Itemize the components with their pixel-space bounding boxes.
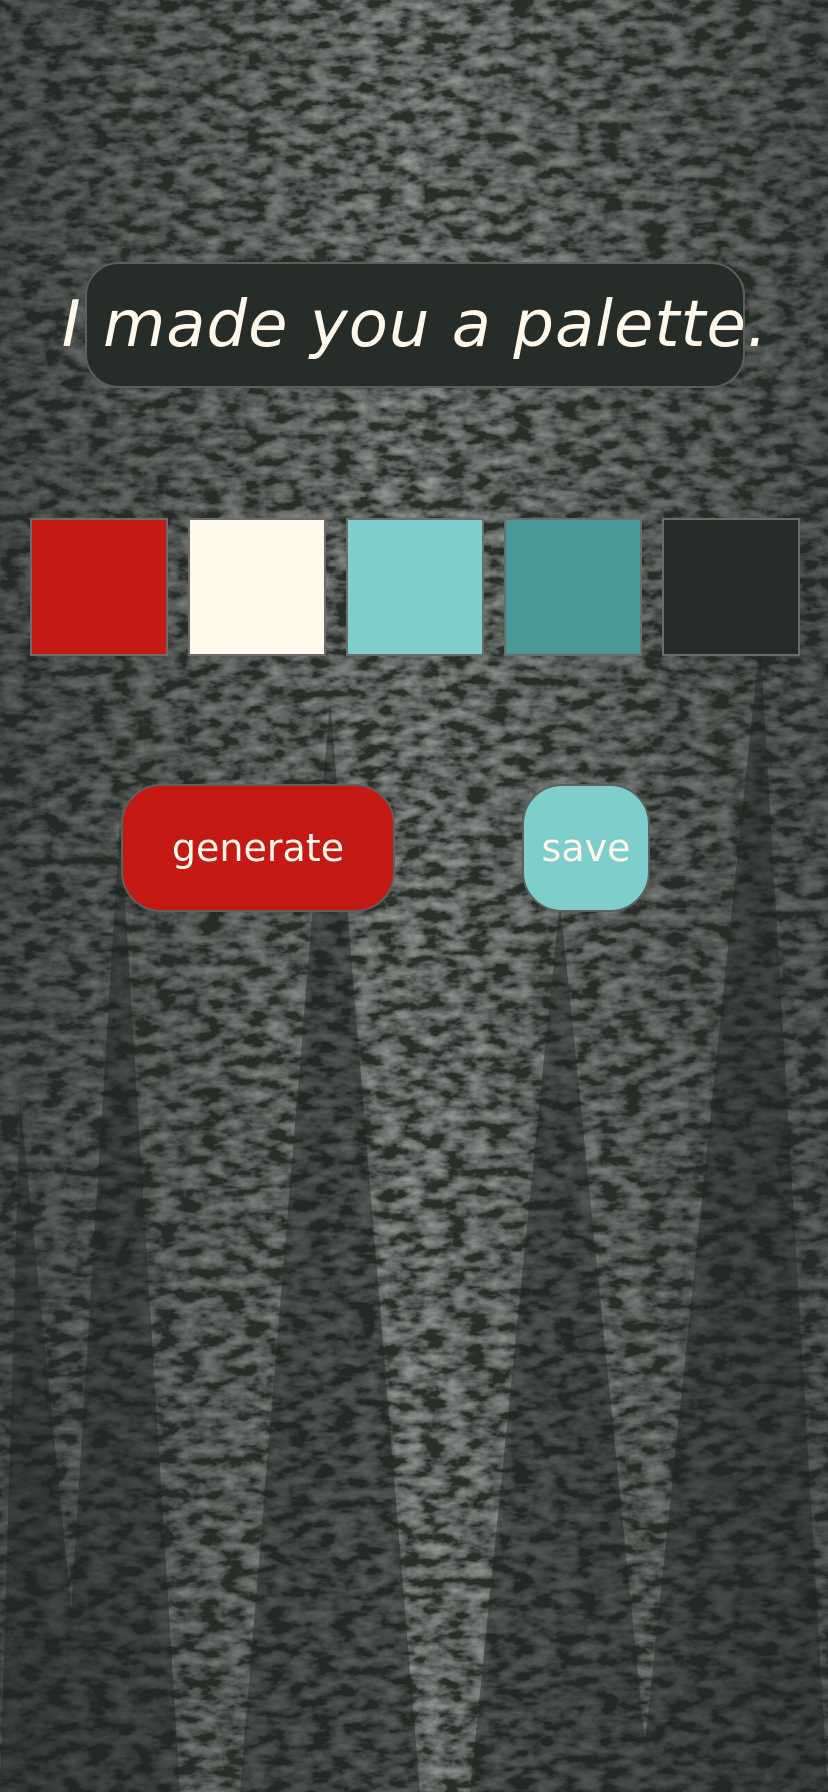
save-button[interactable]: save [522,784,650,912]
color-swatch-3[interactable] [346,518,484,656]
palette-swatches [30,518,800,656]
color-swatch-5[interactable] [662,518,800,656]
color-swatch-1[interactable] [30,518,168,656]
title-banner: I made you a palette. [62,262,767,388]
generate-button-label: generate [171,826,345,870]
page-title: I made you a palette. [61,288,769,362]
save-button-label: save [541,826,631,870]
color-swatch-4[interactable] [504,518,642,656]
generate-button[interactable]: generate [121,784,395,912]
color-swatch-2[interactable] [188,518,326,656]
